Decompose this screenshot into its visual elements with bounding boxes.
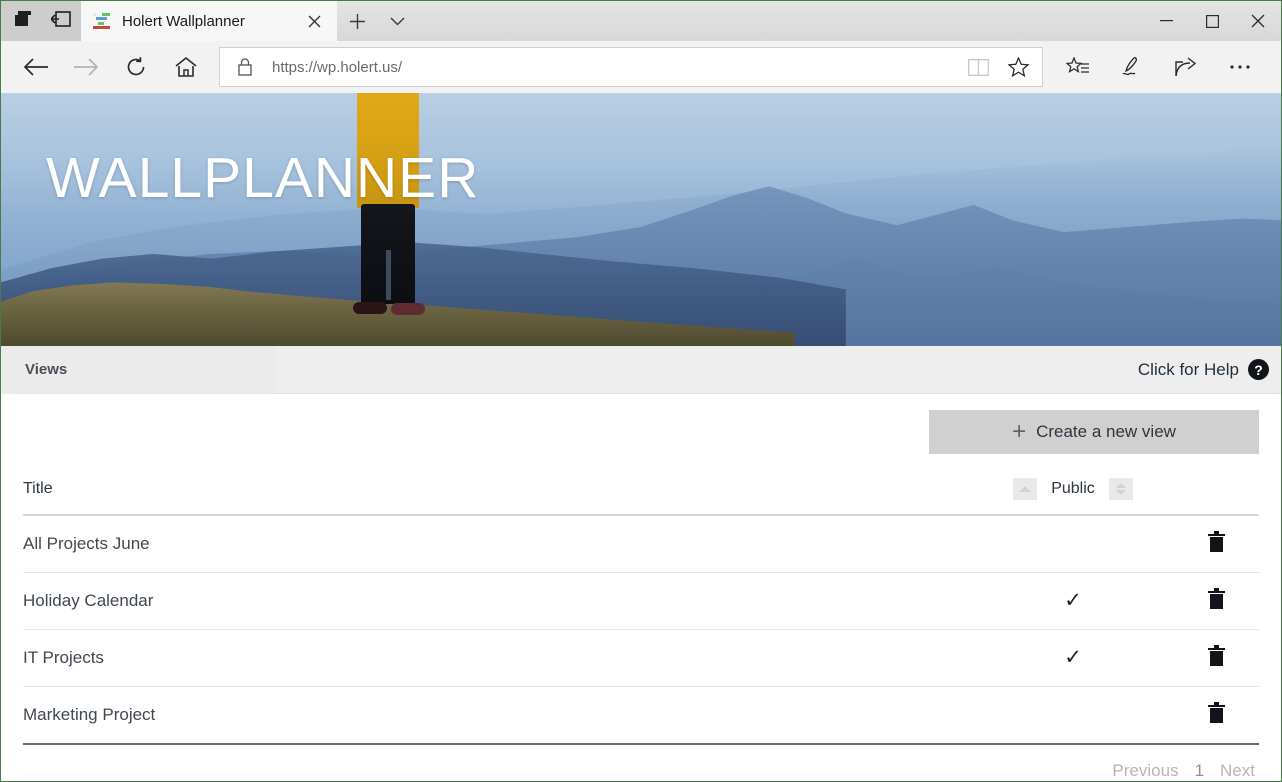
site-title: WALLPLANNER <box>46 146 480 210</box>
reading-view-icon[interactable] <box>958 48 998 86</box>
right-shoe <box>391 303 425 315</box>
row-title[interactable]: All Projects June <box>23 515 973 573</box>
column-header-public-label: Public <box>1051 480 1095 497</box>
column-header-title-label: Title <box>23 480 53 497</box>
plus-icon: + <box>1012 418 1027 445</box>
create-new-view-label: Create a new view <box>1036 422 1176 441</box>
check-icon: ✓ <box>1064 646 1082 669</box>
row-public-flag <box>973 686 1173 745</box>
lock-icon <box>238 58 260 76</box>
home-button[interactable] <box>161 45 211 89</box>
set-aside-tabs-button[interactable] <box>41 1 81 41</box>
share-button[interactable] <box>1159 45 1213 89</box>
column-header-actions <box>1173 468 1259 516</box>
new-tab-button[interactable] <box>337 1 377 41</box>
minimize-button[interactable] <box>1143 1 1189 41</box>
browser-window: Holert Wallplanner https://wp.holert.us/… <box>0 0 1282 782</box>
views-tab-label: Views <box>25 361 68 378</box>
row-delete-button[interactable] <box>1173 629 1259 687</box>
table-header-row: Title Public <box>23 468 1259 516</box>
leg-gap <box>386 250 391 300</box>
row-public-flag: ✓ <box>973 572 1173 630</box>
maximize-button[interactable] <box>1189 1 1235 41</box>
row-public-flag: ✓ <box>973 629 1173 687</box>
pagination-previous[interactable]: Previous <box>1112 761 1178 781</box>
url-text[interactable]: https://wp.holert.us/ <box>260 59 958 76</box>
table-row[interactable]: All Projects June <box>23 515 1259 573</box>
trash-icon <box>1207 645 1225 666</box>
views-content: + Create a new view Title Public All Pro… <box>1 394 1281 781</box>
back-button[interactable] <box>11 45 61 89</box>
row-title[interactable]: Holiday Calendar <box>23 572 973 630</box>
pagination: Previous 1 Next <box>23 745 1259 781</box>
sort-ascending-button[interactable] <box>1013 478 1038 500</box>
trash-icon <box>1207 531 1225 552</box>
table-row[interactable]: Marketing Project <box>23 686 1259 745</box>
window-controls <box>1143 1 1281 41</box>
browser-tab[interactable]: Holert Wallplanner <box>81 1 337 41</box>
tab-menu-chevron-down-icon[interactable] <box>377 1 417 41</box>
row-title[interactable]: IT Projects <box>23 629 973 687</box>
tab-title: Holert Wallplanner <box>122 12 245 30</box>
pagination-current-page[interactable]: 1 <box>1195 761 1204 781</box>
left-shoe <box>353 302 387 314</box>
close-button[interactable] <box>1235 1 1281 41</box>
tab-close-button[interactable] <box>299 6 329 36</box>
navigation-bar: https://wp.holert.us/ <box>1 41 1281 93</box>
settings-ellipsis-icon[interactable] <box>1213 45 1267 89</box>
web-note-pen-icon[interactable] <box>1105 45 1159 89</box>
row-title[interactable]: Marketing Project <box>23 686 973 745</box>
trash-icon <box>1207 588 1225 609</box>
views-table-body: All Projects June Holiday Calendar ✓ IT … <box>23 515 1259 745</box>
column-header-public: Public <box>973 468 1173 516</box>
sort-toggle-button[interactable] <box>1108 478 1133 500</box>
address-bar-actions <box>958 48 1042 86</box>
triangle-up-down-icon <box>1115 483 1126 495</box>
table-row[interactable]: IT Projects ✓ <box>23 629 1259 687</box>
views-table: Title Public All Projects June Holiday C… <box>23 468 1259 745</box>
help-link-label: Click for Help <box>1137 359 1239 379</box>
question-mark-icon[interactable]: ? <box>1248 359 1269 380</box>
tab-strip: Holert Wallplanner <box>1 1 1281 41</box>
create-view-row: + Create a new view <box>23 410 1259 454</box>
trash-icon <box>1207 702 1225 723</box>
triangle-up-icon <box>1019 486 1032 492</box>
row-public-flag <box>973 515 1173 573</box>
row-delete-button[interactable] <box>1173 515 1259 573</box>
tab-preview-button[interactable] <box>1 1 41 41</box>
row-delete-button[interactable] <box>1173 572 1259 630</box>
hero-banner: WALLPLANNER <box>1 93 1281 346</box>
favorite-star-icon[interactable] <box>998 48 1038 86</box>
column-header-title[interactable]: Title <box>23 468 973 516</box>
page-viewport: WALLPLANNER Views Click for Help ? + Cre… <box>1 93 1281 781</box>
forward-button[interactable] <box>61 45 111 89</box>
create-new-view-button[interactable]: + Create a new view <box>929 410 1259 454</box>
row-delete-button[interactable] <box>1173 686 1259 745</box>
help-link[interactable]: Click for Help ? <box>1138 359 1269 380</box>
refresh-button[interactable] <box>111 45 161 89</box>
favorites-hub-button[interactable] <box>1051 45 1105 89</box>
check-icon: ✓ <box>1064 589 1082 612</box>
windows-stack-icon <box>14 10 32 32</box>
views-table-head: Title Public <box>23 468 1259 516</box>
address-bar[interactable]: https://wp.holert.us/ <box>219 47 1043 87</box>
views-tab[interactable]: Views <box>1 345 276 394</box>
views-header-bar: Views Click for Help ? <box>1 345 1281 394</box>
set-aside-icon <box>49 10 71 32</box>
gantt-chart-icon <box>93 13 110 29</box>
table-row[interactable]: Holiday Calendar ✓ <box>23 572 1259 630</box>
pagination-next[interactable]: Next <box>1220 761 1255 781</box>
